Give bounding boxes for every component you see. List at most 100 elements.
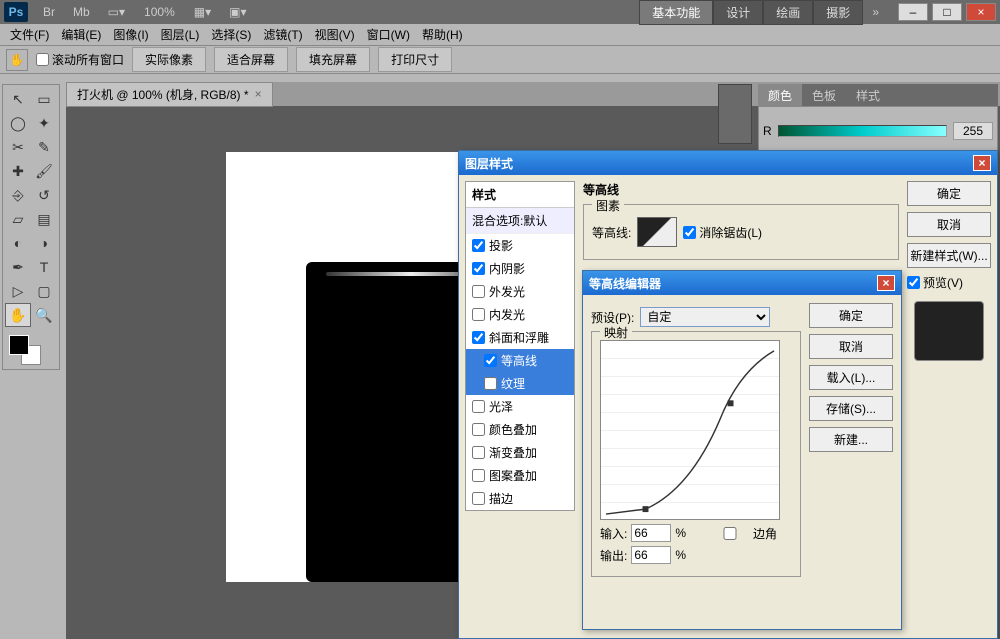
style-bevel[interactable]: 斜面和浮雕 <box>466 326 574 349</box>
scroll-all-checkbox[interactable]: 滚动所有窗口 <box>36 51 124 68</box>
styles-header[interactable]: 样式 <box>466 182 574 208</box>
blend-options[interactable]: 混合选项:默认 <box>466 208 574 234</box>
lasso-tool-icon[interactable]: ◯ <box>5 111 31 135</box>
menu-select[interactable]: 选择(S) <box>205 24 257 45</box>
color-swatches[interactable] <box>5 333 57 367</box>
arrange-icon[interactable]: ▦▾ <box>187 2 218 22</box>
actual-pixels-button[interactable]: 实际像素 <box>132 47 206 72</box>
new-button[interactable]: 新建... <box>809 427 893 452</box>
bridge-icon[interactable]: Br <box>36 2 62 22</box>
wand-tool-icon[interactable]: ✦ <box>31 111 57 135</box>
workspace-paint[interactable]: 绘画 <box>763 0 813 25</box>
style-list: 样式 混合选项:默认 投影 内阴影 外发光 内发光 斜面和浮雕 等高线 纹理 光… <box>465 181 575 511</box>
eraser-tool-icon[interactable]: ▱ <box>5 207 31 231</box>
input-field[interactable] <box>631 524 671 542</box>
corner-checkbox[interactable]: 边角 <box>710 525 777 542</box>
style-drop-shadow[interactable]: 投影 <box>466 234 574 257</box>
type-tool-icon[interactable]: T <box>31 255 57 279</box>
menu-layer[interactable]: 图层(L) <box>155 24 206 45</box>
window-close[interactable]: × <box>966 3 996 21</box>
r-slider[interactable] <box>778 125 947 137</box>
load-button[interactable]: 载入(L)... <box>809 365 893 390</box>
close-icon[interactable]: × <box>877 275 895 291</box>
pen-tool-icon[interactable]: ✒ <box>5 255 31 279</box>
new-style-button[interactable]: 新建样式(W)... <box>907 243 991 268</box>
blur-tool-icon[interactable]: ◐ <box>5 231 31 255</box>
workspace-basic[interactable]: 基本功能 <box>639 0 713 25</box>
cancel-button[interactable]: 取消 <box>809 334 893 359</box>
contour-editor-titlebar[interactable]: 等高线编辑器 × <box>583 271 901 295</box>
hand-tool-icon[interactable]: ✋ <box>6 49 28 71</box>
gradient-tool-icon[interactable]: ▤ <box>31 207 57 231</box>
menu-edit[interactable]: 编辑(E) <box>55 24 107 45</box>
toolbox: ↖▭ ◯✦ ✂✎ ✚🖌 ⎆↺ ▱▤ ◐◑ ✒T ▷▢ ✋🔍 <box>2 84 60 370</box>
zoom-level[interactable]: 100% <box>144 5 175 19</box>
curve-editor[interactable] <box>600 340 780 520</box>
contour-editor-dialog: 等高线编辑器 × 预设(P): 自定 映射 输入: % 边角 输出 <box>582 270 902 630</box>
menu-file[interactable]: 文件(F) <box>4 24 55 45</box>
section-title: 等高线 <box>583 181 899 198</box>
layer-style-titlebar[interactable]: 图层样式 × <box>459 151 997 175</box>
crop-tool-icon[interactable]: ✂ <box>5 135 31 159</box>
window-maximize[interactable]: □ <box>932 3 962 21</box>
ok-button[interactable]: 确定 <box>809 303 893 328</box>
preset-select[interactable]: 自定 <box>640 307 770 327</box>
fill-screen-button[interactable]: 填充屏幕 <box>296 47 370 72</box>
tab-swatches[interactable]: 色板 <box>802 84 846 106</box>
workspace-more-icon[interactable]: » <box>865 2 886 22</box>
brush-tool-icon[interactable]: 🖌 <box>31 159 57 183</box>
contour-picker[interactable] <box>637 217 677 247</box>
menu-view[interactable]: 视图(V) <box>309 24 361 45</box>
antialias-checkbox[interactable]: 消除锯齿(L) <box>683 224 762 241</box>
stamp-tool-icon[interactable]: ⎆ <box>5 183 31 207</box>
close-icon[interactable]: × <box>255 87 262 101</box>
style-contour[interactable]: 等高线 <box>466 349 574 372</box>
menu-image[interactable]: 图像(I) <box>107 24 154 45</box>
style-color-overlay[interactable]: 颜色叠加 <box>466 418 574 441</box>
document-tab[interactable]: 打火机 @ 100% (机身, RGB/8) * × <box>66 82 273 107</box>
eyedropper-tool-icon[interactable]: ✎ <box>31 135 57 159</box>
style-inner-shadow[interactable]: 内阴影 <box>466 257 574 280</box>
mapping-fieldset: 映射 输入: % 边角 输出: % <box>591 331 801 577</box>
window-minimize[interactable]: – <box>898 3 928 21</box>
workspace-design[interactable]: 设计 <box>713 0 763 25</box>
style-stroke[interactable]: 描边 <box>466 487 574 510</box>
foreground-swatch[interactable] <box>9 335 29 355</box>
style-grad-overlay[interactable]: 渐变叠加 <box>466 441 574 464</box>
zoom-tool-icon[interactable]: 🔍 <box>31 303 57 327</box>
marquee-tool-icon[interactable]: ▭ <box>31 87 57 111</box>
path-tool-icon[interactable]: ▷ <box>5 279 31 303</box>
collapsed-panel-icon[interactable] <box>718 84 752 144</box>
style-texture[interactable]: 纹理 <box>466 372 574 395</box>
fit-screen-button[interactable]: 适合屏幕 <box>214 47 288 72</box>
style-outer-glow[interactable]: 外发光 <box>466 280 574 303</box>
history-brush-icon[interactable]: ↺ <box>31 183 57 207</box>
menu-window[interactable]: 窗口(W) <box>361 24 416 45</box>
dodge-tool-icon[interactable]: ◑ <box>31 231 57 255</box>
hand-tool-icon-tb[interactable]: ✋ <box>5 303 31 327</box>
close-icon[interactable]: × <box>973 155 991 171</box>
preview-checkbox[interactable]: 预览(V) <box>907 274 991 291</box>
cancel-button[interactable]: 取消 <box>907 212 991 237</box>
screen-mode-icon[interactable]: ▭▾ <box>101 2 132 22</box>
output-field[interactable] <box>631 546 671 564</box>
print-size-button[interactable]: 打印尺寸 <box>378 47 452 72</box>
move-tool-icon[interactable]: ↖ <box>5 87 31 111</box>
style-satin[interactable]: 光泽 <box>466 395 574 418</box>
workspace-photo[interactable]: 摄影 <box>813 0 863 25</box>
ok-button[interactable]: 确定 <box>907 181 991 206</box>
save-button[interactable]: 存储(S)... <box>809 396 893 421</box>
percent-label: % <box>675 526 686 540</box>
menu-filter[interactable]: 滤镜(T) <box>257 24 308 45</box>
r-value[interactable]: 255 <box>953 122 993 140</box>
tab-color[interactable]: 颜色 <box>758 84 802 106</box>
menu-help[interactable]: 帮助(H) <box>416 24 469 45</box>
style-pattern-overlay[interactable]: 图案叠加 <box>466 464 574 487</box>
tab-styles[interactable]: 样式 <box>846 84 890 106</box>
extras-icon[interactable]: ▣▾ <box>222 2 253 22</box>
style-inner-glow[interactable]: 内发光 <box>466 303 574 326</box>
heal-tool-icon[interactable]: ✚ <box>5 159 31 183</box>
shape-tool-icon[interactable]: ▢ <box>31 279 57 303</box>
minibridge-icon[interactable]: Mb <box>66 2 97 22</box>
app-topbar: Ps Br Mb ▭▾ 100% ▦▾ ▣▾ 基本功能 设计 绘画 摄影 » –… <box>0 0 1000 24</box>
